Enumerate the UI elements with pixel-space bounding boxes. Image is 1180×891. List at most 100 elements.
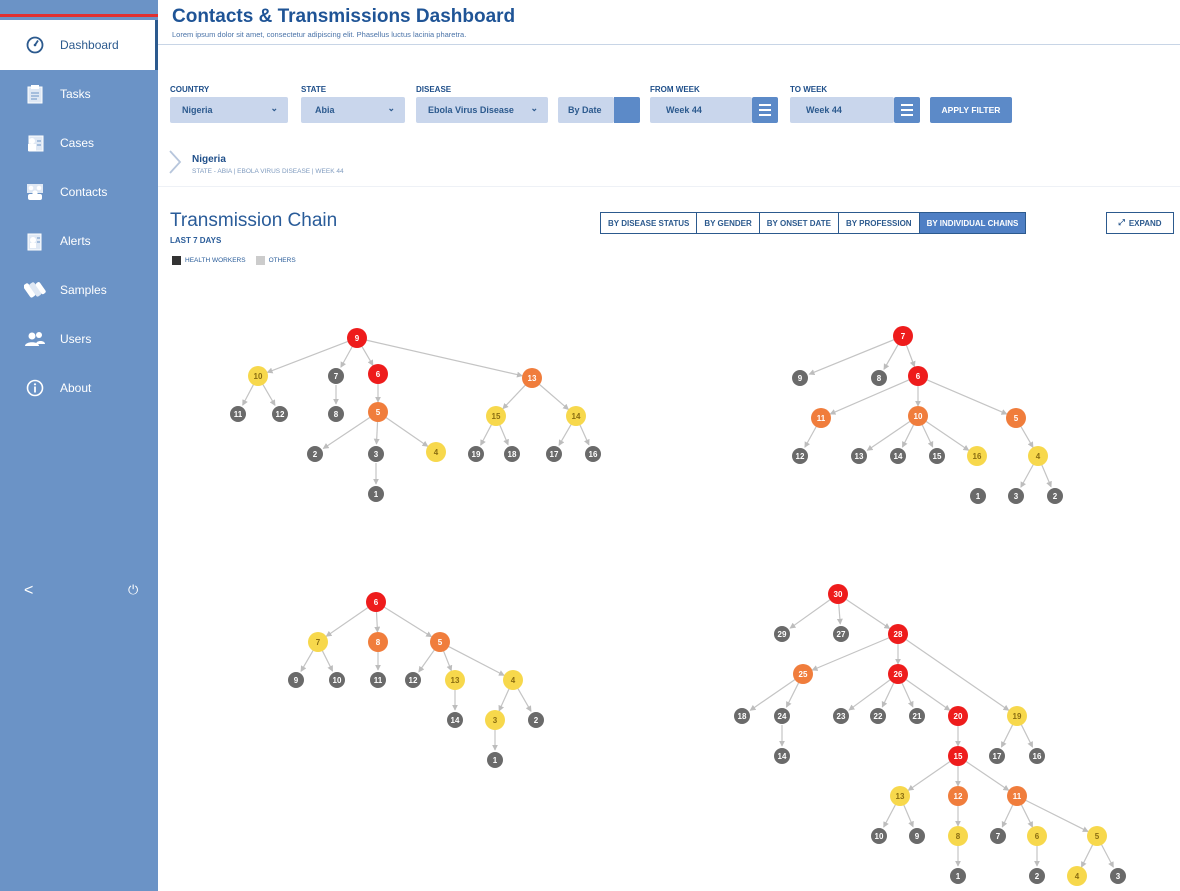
case-node[interactable]: 29 xyxy=(774,626,790,642)
by-date-toggle[interactable]: By Date xyxy=(558,97,614,123)
case-node[interactable]: 5 xyxy=(368,402,388,422)
case-node[interactable]: 2 xyxy=(1029,868,1045,884)
from-week-field[interactable]: Week 44 xyxy=(650,97,752,123)
case-node[interactable]: 16 xyxy=(585,446,601,462)
case-node[interactable]: 6 xyxy=(1027,826,1047,846)
apply-filter-button[interactable]: APPLY FILTER xyxy=(930,97,1012,123)
case-node[interactable]: 27 xyxy=(833,626,849,642)
case-node[interactable]: 23 xyxy=(833,708,849,724)
tab-by-onset-date[interactable]: BY ONSET DATE xyxy=(759,213,839,233)
case-node[interactable]: 16 xyxy=(1029,748,1045,764)
case-node[interactable]: 10 xyxy=(908,406,928,426)
case-node[interactable]: 15 xyxy=(929,448,945,464)
case-node[interactable]: 7 xyxy=(990,828,1006,844)
sidebar-item-alerts[interactable]: Alerts xyxy=(0,216,158,266)
case-node[interactable]: 2 xyxy=(307,446,323,462)
tab-by-gender[interactable]: BY GENDER xyxy=(697,213,760,233)
case-node[interactable]: 13 xyxy=(890,786,910,806)
state-select[interactable]: Abia ⌄ xyxy=(301,97,405,123)
case-node[interactable]: 13 xyxy=(445,670,465,690)
case-node[interactable]: 18 xyxy=(504,446,520,462)
case-node[interactable]: 1 xyxy=(487,752,503,768)
case-node[interactable]: 4 xyxy=(426,442,446,462)
case-node[interactable]: 19 xyxy=(468,446,484,462)
case-node[interactable]: 12 xyxy=(405,672,421,688)
case-node[interactable]: 5 xyxy=(430,632,450,652)
case-node[interactable]: 10 xyxy=(871,828,887,844)
tab-by-disease-status[interactable]: BY DISEASE STATUS xyxy=(601,213,698,233)
case-node[interactable]: 10 xyxy=(329,672,345,688)
power-icon[interactable]: ⏻ xyxy=(128,582,138,598)
case-node[interactable]: 7 xyxy=(328,368,344,384)
case-node[interactable]: 21 xyxy=(909,708,925,724)
case-node[interactable]: 15 xyxy=(948,746,968,766)
case-node[interactable]: 15 xyxy=(486,406,506,426)
case-node[interactable]: 17 xyxy=(546,446,562,462)
case-node[interactable]: 20 xyxy=(948,706,968,726)
case-node[interactable]: 1 xyxy=(368,486,384,502)
case-node[interactable]: 8 xyxy=(871,370,887,386)
case-node[interactable]: 13 xyxy=(851,448,867,464)
case-node[interactable]: 9 xyxy=(792,370,808,386)
case-node[interactable]: 7 xyxy=(308,632,328,652)
case-node[interactable]: 19 xyxy=(1007,706,1027,726)
case-node[interactable]: 8 xyxy=(328,406,344,422)
case-node[interactable]: 16 xyxy=(967,446,987,466)
case-node[interactable]: 3 xyxy=(1008,488,1024,504)
case-node[interactable]: 2 xyxy=(528,712,544,728)
case-node[interactable]: 12 xyxy=(792,448,808,464)
case-node[interactable]: 4 xyxy=(1028,446,1048,466)
case-node[interactable]: 12 xyxy=(948,786,968,806)
country-select[interactable]: Nigeria ⌄ xyxy=(170,97,288,123)
case-node[interactable]: 6 xyxy=(368,364,388,384)
case-node[interactable]: 4 xyxy=(1067,866,1087,886)
case-node[interactable]: 5 xyxy=(1087,826,1107,846)
sidebar-item-users[interactable]: Users xyxy=(0,314,158,364)
case-node[interactable]: 18 xyxy=(734,708,750,724)
case-node[interactable]: 3 xyxy=(368,446,384,462)
case-node[interactable]: 3 xyxy=(485,710,505,730)
by-date-toggle-switch[interactable] xyxy=(614,97,640,123)
sidebar-item-tasks[interactable]: Tasks xyxy=(0,69,158,119)
case-node[interactable]: 14 xyxy=(890,448,906,464)
case-node[interactable]: 12 xyxy=(272,406,288,422)
disease-select[interactable]: Ebola Virus Disease ⌄ xyxy=(416,97,548,123)
case-node[interactable]: 30 xyxy=(828,584,848,604)
case-node[interactable]: 11 xyxy=(370,672,386,688)
to-week-field[interactable]: Week 44 xyxy=(790,97,894,123)
sidebar-item-dashboard[interactable]: Dashboard xyxy=(0,20,158,70)
tab-by-individual-chains[interactable]: BY INDIVIDUAL CHAINS xyxy=(919,213,1026,233)
case-node[interactable]: 9 xyxy=(347,328,367,348)
collapse-sidebar-icon[interactable]: < xyxy=(24,582,33,600)
case-node[interactable]: 3 xyxy=(1110,868,1126,884)
case-node[interactable]: 17 xyxy=(989,748,1005,764)
case-node[interactable]: 8 xyxy=(948,826,968,846)
case-node[interactable]: 9 xyxy=(909,828,925,844)
tab-by-profession[interactable]: BY PROFESSION xyxy=(838,213,920,233)
case-node[interactable]: 8 xyxy=(368,632,388,652)
to-week-menu-icon[interactable] xyxy=(894,97,920,123)
sidebar-item-samples[interactable]: Samples xyxy=(0,265,158,315)
case-node[interactable]: 14 xyxy=(774,748,790,764)
case-node[interactable]: 4 xyxy=(503,670,523,690)
case-node[interactable]: 11 xyxy=(811,408,831,428)
from-week-menu-icon[interactable] xyxy=(752,97,778,123)
case-node[interactable]: 11 xyxy=(1007,786,1027,806)
case-node[interactable]: 22 xyxy=(870,708,886,724)
case-node[interactable]: 9 xyxy=(288,672,304,688)
case-node[interactable]: 24 xyxy=(774,708,790,724)
case-node[interactable]: 1 xyxy=(950,868,966,884)
sidebar-item-about[interactable]: About xyxy=(0,363,158,413)
case-node[interactable]: 25 xyxy=(793,664,813,684)
case-node[interactable]: 1 xyxy=(970,488,986,504)
case-node[interactable]: 28 xyxy=(888,624,908,644)
case-node[interactable]: 6 xyxy=(908,366,928,386)
case-node[interactable]: 5 xyxy=(1006,408,1026,428)
sidebar-item-cases[interactable]: Cases xyxy=(0,118,158,168)
case-node[interactable]: 2 xyxy=(1047,488,1063,504)
case-node[interactable]: 26 xyxy=(888,664,908,684)
expand-button[interactable]: ⤢ EXPAND xyxy=(1106,212,1174,234)
case-node[interactable]: 11 xyxy=(230,406,246,422)
case-node[interactable]: 6 xyxy=(366,592,386,612)
case-node[interactable]: 14 xyxy=(447,712,463,728)
